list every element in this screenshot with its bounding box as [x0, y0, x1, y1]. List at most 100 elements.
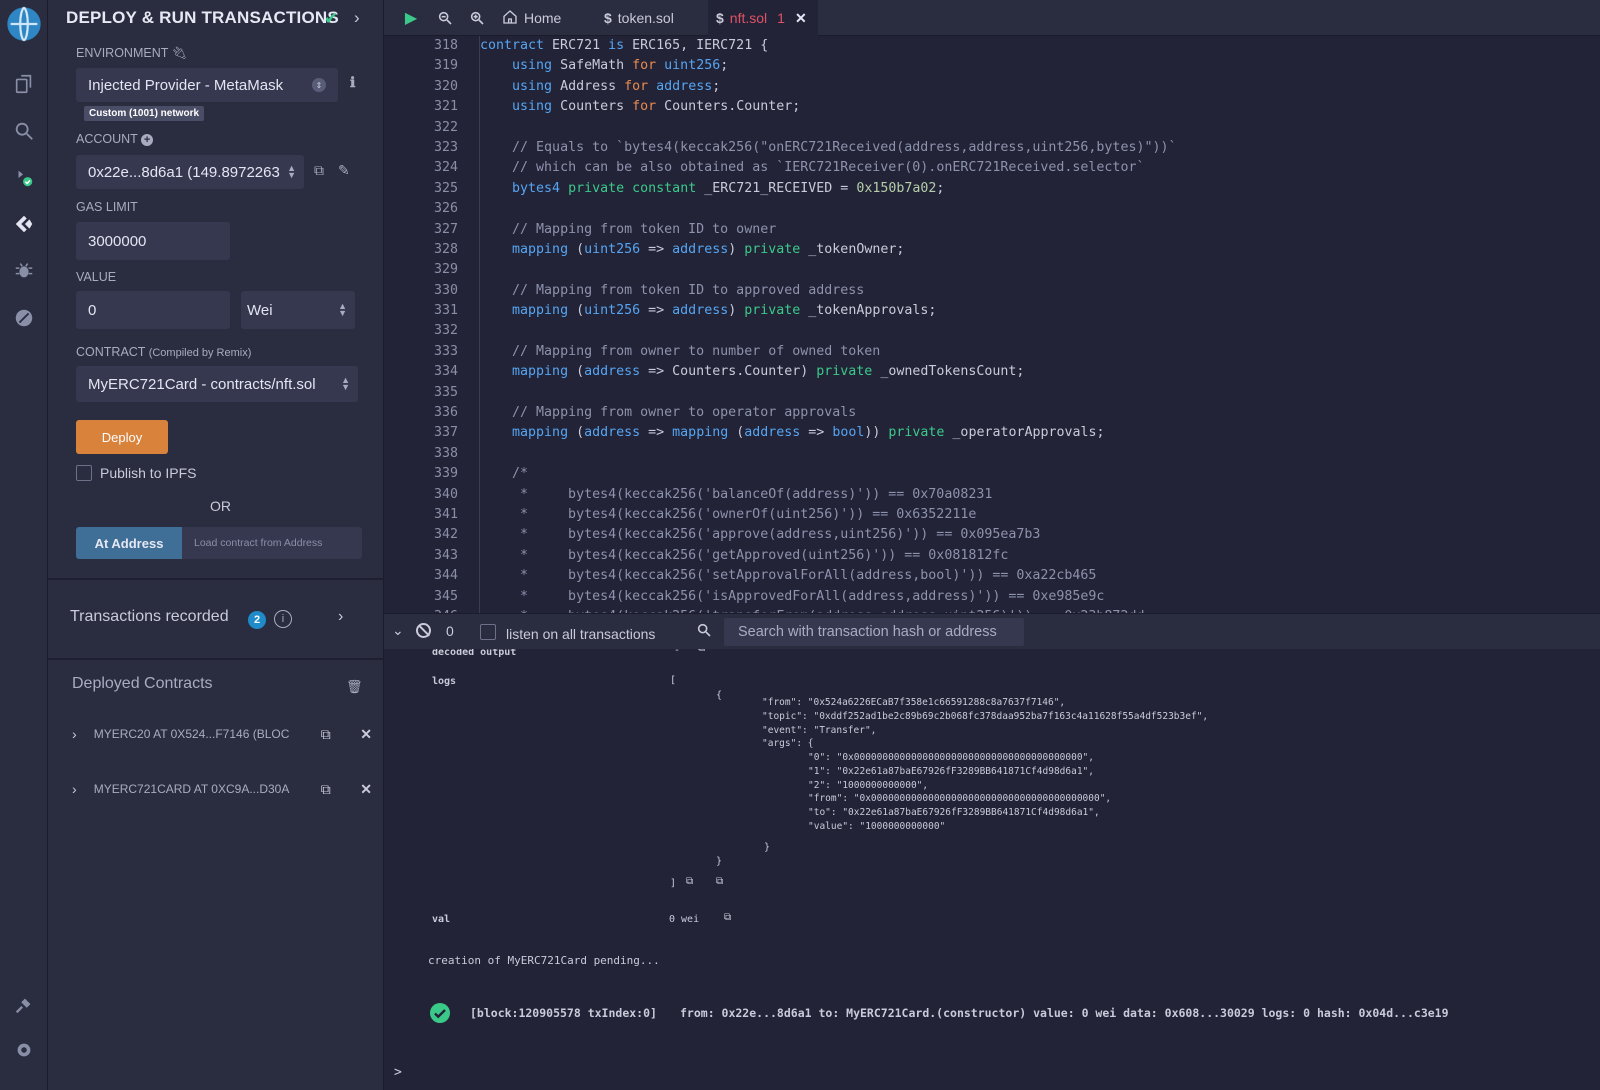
line-number: 332: [433, 323, 458, 339]
code-line[interactable]: * bytes4(keccak256('balanceOf(address)')…: [480, 485, 1580, 505]
close-icon[interactable]: ✕: [360, 726, 372, 743]
terminal-prompt[interactable]: >: [394, 1065, 402, 1080]
tx-details[interactable]: from: 0x22e...8d6a1 to: MyERC721Card.(co…: [680, 1006, 1449, 1020]
debugger-icon[interactable]: [0, 250, 48, 290]
code-line[interactable]: [480, 260, 1580, 280]
copy-icon[interactable]: ⧉: [314, 162, 324, 179]
info-icon[interactable]: i: [274, 610, 292, 628]
code-line[interactable]: /*: [480, 464, 1580, 484]
code-line[interactable]: * bytes4(keccak256('getApproved(uint256)…: [480, 546, 1580, 566]
code-line[interactable]: mapping (address => Counters.Counter) pr…: [480, 362, 1580, 382]
chevron-right-icon[interactable]: ›: [72, 726, 94, 742]
copy-icon[interactable]: ⧉: [321, 726, 360, 743]
gas-limit-input[interactable]: 3000000: [76, 222, 230, 260]
environment-select[interactable]: Injected Provider - MetaMask ⇕: [76, 68, 338, 102]
chevron-right-icon[interactable]: ›: [72, 781, 94, 797]
code-line[interactable]: [480, 383, 1580, 403]
value-input[interactable]: 0: [76, 291, 230, 329]
code-line[interactable]: [480, 321, 1580, 341]
contract-value: MyERC721Card - contracts/nft.sol: [88, 375, 316, 393]
code-line[interactable]: // Mapping from token ID to approved add…: [480, 281, 1580, 301]
code-line[interactable]: mapping (address => mapping (address => …: [480, 423, 1580, 443]
trash-icon[interactable]: 🗑︎: [346, 679, 363, 695]
code-line[interactable]: // Mapping from owner to number of owned…: [480, 342, 1580, 362]
collapse-terminal-icon[interactable]: ⌄: [392, 622, 404, 639]
log-line: "args": {: [762, 738, 814, 750]
clear-console-icon[interactable]: [416, 623, 431, 638]
copy-icon[interactable]: ⧉: [698, 649, 705, 654]
code-line[interactable]: [480, 118, 1580, 138]
code-line[interactable]: * bytes4(keccak256('setApprovalForAll(ad…: [480, 566, 1580, 586]
line-number: 327: [433, 221, 458, 237]
code-line[interactable]: contract ERC721 is ERC165, IERC721 {: [480, 36, 1580, 56]
value-unit-select[interactable]: Wei ▲ ▼: [241, 291, 355, 329]
remix-logo-icon[interactable]: [0, 2, 48, 46]
code-line[interactable]: * bytes4(keccak256('ownerOf(uint256)')) …: [480, 505, 1580, 525]
code-line[interactable]: // Mapping from owner to operator approv…: [480, 403, 1580, 423]
settings-gear-icon[interactable]: [0, 1030, 48, 1070]
tab-token-sol[interactable]: $ token.sol: [604, 0, 698, 36]
terminal-toolbar: ⌄ 0 listen on all transactions Search wi…: [384, 613, 1600, 649]
pending-message: creation of MyERC721Card pending...: [428, 954, 660, 967]
code-editor[interactable]: 318 319 320 321 322 323 324 325 326 327 328 329 330 3…: [384, 36, 1600, 613]
code-line[interactable]: bytes4 private constant _ERC721_RECEIVED…: [480, 179, 1580, 199]
plugin-manager-icon[interactable]: [0, 985, 48, 1025]
plugin-rocket-icon[interactable]: [0, 298, 48, 338]
load-contract-address-input[interactable]: Load contract from Address: [182, 527, 362, 559]
code-line[interactable]: [480, 199, 1580, 219]
code-line[interactable]: // Mapping from token ID to owner: [480, 220, 1580, 240]
transactions-recorded-label[interactable]: Transactions recorded: [70, 608, 229, 626]
close-tab-icon[interactable]: ✕: [795, 10, 807, 27]
info-icon[interactable]: ℹ: [350, 74, 355, 91]
deployed-contract-item[interactable]: › MYERC721CARD AT 0XC9A...D30A ⧉ ✕: [72, 777, 372, 801]
tab-nft-sol[interactable]: $ nft.sol 1 ✕: [708, 0, 818, 36]
deployed-contract-item[interactable]: › MYERC20 AT 0X524...F7146 (BLOC ⧉ ✕: [72, 722, 372, 746]
code-line[interactable]: mapping (uint256 => address) private _to…: [480, 240, 1580, 260]
copy-icon[interactable]: ⧉: [686, 876, 693, 887]
code-line[interactable]: using Address for address;: [480, 77, 1580, 97]
code-line[interactable]: // which can be also obtained as `IERC72…: [480, 158, 1580, 178]
run-play-icon[interactable]: ▶: [396, 0, 426, 36]
line-number: 345: [433, 588, 458, 604]
at-address-button[interactable]: At Address: [76, 527, 182, 559]
decoded-output-label: decoded output: [432, 649, 517, 658]
chevron-right-icon[interactable]: ›: [338, 608, 343, 626]
plus-circle-icon[interactable]: +: [141, 134, 154, 146]
deploy-run-panel: DEPLOY & RUN TRANSACTIONS ✔ › ENVIRONMEN…: [48, 0, 384, 1090]
copy-icon[interactable]: ⧉: [724, 912, 731, 923]
deploy-run-icon[interactable]: [0, 204, 48, 244]
tx-block-info[interactable]: [block:120905578 txIndex:0]: [470, 1006, 657, 1020]
publish-ipfs-checkbox[interactable]: [76, 465, 92, 481]
account-select[interactable]: 0x22e...8d6a1 (149.8972263 ▲ ▼: [76, 155, 304, 189]
line-number: 330: [433, 282, 458, 298]
log-arg-line: "to": "0x22e61a87baE67926fF3289BB641871C…: [808, 807, 1100, 819]
contract-select[interactable]: MyERC721Card - contracts/nft.sol ▲ ▼: [76, 366, 358, 402]
zoom-in-icon[interactable]: [464, 0, 490, 36]
line-number: 339: [433, 466, 458, 482]
listen-all-label: listen on all transactions: [506, 626, 656, 642]
close-icon[interactable]: ✕: [360, 781, 372, 798]
listen-all-checkbox[interactable]: [480, 624, 496, 640]
code-line[interactable]: // Equals to `bytes4(keccak256("onERC721…: [480, 138, 1580, 158]
zoom-out-icon[interactable]: [432, 0, 458, 36]
search-icon[interactable]: [0, 111, 48, 151]
code-line[interactable]: * bytes4(keccak256('isApprovedForAll(add…: [480, 587, 1580, 607]
code-line[interactable]: using SafeMath for uint256;: [480, 56, 1580, 76]
solidity-file-icon: $: [716, 10, 724, 26]
code-line[interactable]: [480, 444, 1580, 464]
copy-icon[interactable]: ⧉: [321, 781, 360, 798]
tx-search-input[interactable]: Search with transaction hash or address: [724, 618, 1024, 646]
code-line[interactable]: using Counters for Counters.Counter;: [480, 97, 1580, 117]
copy-icon[interactable]: ⧉: [716, 876, 723, 887]
file-explorer-icon[interactable]: [0, 64, 48, 104]
code-line[interactable]: mapping (uint256 => address) private _to…: [480, 301, 1580, 321]
tab-home[interactable]: Home: [502, 0, 586, 36]
chevron-right-icon[interactable]: ›: [354, 8, 360, 28]
code-line[interactable]: * bytes4(keccak256('approve(address,uint…: [480, 525, 1580, 545]
deploy-button[interactable]: Deploy: [76, 420, 168, 454]
transactions-count-badge: 2: [248, 611, 266, 629]
line-number: 338: [433, 445, 458, 461]
code-lines[interactable]: contract ERC721 is ERC165, IERC721 { usi…: [480, 36, 1580, 613]
solidity-compiler-icon[interactable]: [0, 158, 48, 198]
edit-icon[interactable]: ✎: [338, 162, 350, 179]
